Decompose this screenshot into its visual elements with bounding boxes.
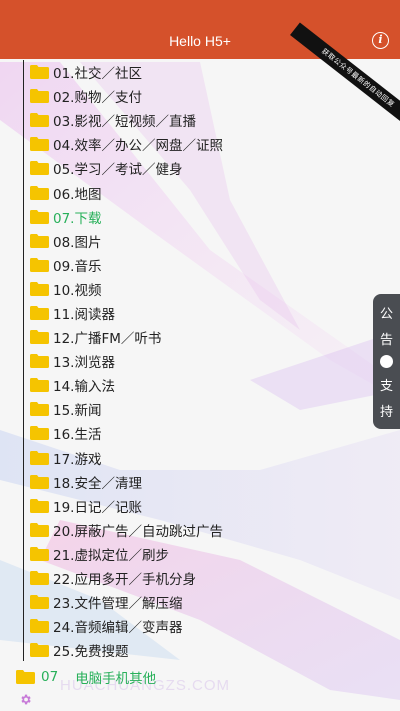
folder-item[interactable]: 23.文件管理／解压缩 — [30, 590, 223, 614]
folder-item[interactable]: 20.屏蔽广告／自动跳过广告 — [30, 518, 223, 542]
folder-label: 13.浏览器 — [53, 355, 115, 372]
footer-folder[interactable]: 07 电脑手机其他 — [16, 667, 156, 687]
folder-icon — [30, 595, 49, 610]
folder-label: 07.下载 — [53, 210, 102, 227]
folder-icon — [30, 426, 49, 441]
folder-item[interactable]: 24.音频编辑／变声器 — [30, 614, 223, 638]
folder-icon — [30, 161, 49, 176]
folder-item[interactable]: 16.生活 — [30, 421, 223, 445]
gear-icon[interactable] — [19, 693, 32, 706]
folder-list: 01.社交／社区 02.购物／支付 03.影视／短视频／直播 04.效率／办公／网盘／… — [30, 60, 223, 662]
announcement-label-2[interactable]: 告 — [380, 329, 393, 348]
folder-item[interactable]: 11.阅读器 — [30, 301, 223, 325]
folder-item[interactable]: 08.图片 — [30, 229, 223, 253]
folder-icon — [30, 305, 49, 320]
folder-item[interactable]: 05.学习／考试／健身 — [30, 156, 223, 180]
folder-item[interactable]: 13.浏览器 — [30, 349, 223, 373]
folder-item[interactable]: 15.新闻 — [30, 397, 223, 421]
folder-icon — [16, 670, 35, 684]
folder-item[interactable]: 12.广播FM／听书 — [30, 325, 223, 349]
info-icon[interactable]: i — [372, 32, 389, 49]
app-header: Hello H5+ i — [0, 0, 400, 59]
folder-item[interactable]: 03.影视／短视频／直播 — [30, 108, 223, 132]
folder-icon — [30, 498, 49, 513]
folder-item[interactable]: 10.视频 — [30, 277, 223, 301]
folder-icon — [30, 281, 49, 296]
folder-icon — [30, 474, 49, 489]
folder-icon — [30, 402, 49, 417]
folder-item[interactable]: 25.免费搜题 — [30, 638, 223, 662]
folder-label: 14.输入法 — [53, 379, 115, 396]
folder-label: 01.社交／社区 — [53, 66, 142, 83]
folder-icon — [30, 619, 49, 634]
folder-label: 02.购物／支付 — [53, 90, 142, 107]
footer-label: 电脑手机其他 — [75, 671, 157, 687]
folder-label: 09.音乐 — [53, 258, 102, 275]
folder-item[interactable]: 02.购物／支付 — [30, 84, 223, 108]
side-panel[interactable]: 公 告 支 持 — [373, 294, 400, 429]
folder-label: 22.应用多开／手机分身 — [53, 572, 196, 589]
support-label-2[interactable]: 持 — [380, 401, 393, 420]
folder-icon — [30, 233, 49, 248]
folder-item[interactable]: 14.输入法 — [30, 373, 223, 397]
folder-item[interactable]: 01.社交／社区 — [30, 60, 223, 84]
folder-label: 25.免费搜题 — [53, 644, 129, 661]
folder-item[interactable]: 22.应用多开／手机分身 — [30, 566, 223, 590]
folder-label: 24.音频编辑／变声器 — [53, 620, 183, 637]
folder-label: 16.生活 — [53, 427, 102, 444]
folder-icon — [30, 571, 49, 586]
folder-icon — [30, 643, 49, 658]
folder-label: 21.虚拟定位／刷步 — [53, 547, 169, 564]
folder-item[interactable]: 06.地图 — [30, 180, 223, 204]
tree-connector-line — [23, 60, 24, 661]
folder-icon — [30, 330, 49, 345]
folder-icon — [30, 257, 49, 272]
folder-icon — [30, 209, 49, 224]
support-label-1[interactable]: 支 — [380, 375, 393, 394]
folder-label: 18.安全／清理 — [53, 475, 142, 492]
folder-item[interactable]: 18.安全／清理 — [30, 470, 223, 494]
folder-label: 08.图片 — [53, 234, 102, 251]
folder-label: 12.广播FM／听书 — [53, 331, 162, 348]
folder-label: 05.学习／考试／健身 — [53, 162, 183, 179]
folder-label: 20.屏蔽广告／自动跳过广告 — [53, 523, 223, 540]
folder-label: 19.日记／记账 — [53, 499, 142, 516]
dot-icon — [380, 354, 393, 368]
folder-icon — [30, 113, 49, 128]
folder-item[interactable]: 17.游戏 — [30, 446, 223, 470]
page-title: Hello H5+ — [169, 33, 231, 49]
folder-icon — [30, 65, 49, 80]
folder-icon — [30, 378, 49, 393]
folder-label: 03.影视／短视频／直播 — [53, 114, 196, 131]
folder-icon — [30, 450, 49, 465]
folder-item[interactable]: 19.日记／记账 — [30, 494, 223, 518]
folder-icon — [30, 354, 49, 369]
folder-icon — [30, 137, 49, 152]
folder-label: 15.新闻 — [53, 403, 102, 420]
folder-label: 11.阅读器 — [53, 306, 115, 323]
folder-icon — [30, 546, 49, 561]
folder-icon — [30, 185, 49, 200]
folder-icon — [30, 89, 49, 104]
folder-icon — [30, 522, 49, 537]
folder-label: 17.游戏 — [53, 451, 102, 468]
folder-label: 04.效率／办公／网盘／证照 — [53, 138, 223, 155]
folder-label: 10.视频 — [53, 282, 102, 299]
folder-item[interactable]: 07.下载 — [30, 205, 223, 229]
folder-label: 23.文件管理／解压缩 — [53, 596, 183, 613]
folder-label: 06.地图 — [53, 186, 102, 203]
folder-item[interactable]: 04.效率／办公／网盘／证照 — [30, 132, 223, 156]
footer-number: 07 — [41, 669, 59, 685]
announcement-label-1[interactable]: 公 — [380, 303, 393, 322]
folder-item[interactable]: 09.音乐 — [30, 253, 223, 277]
folder-item[interactable]: 21.虚拟定位／刷步 — [30, 542, 223, 566]
